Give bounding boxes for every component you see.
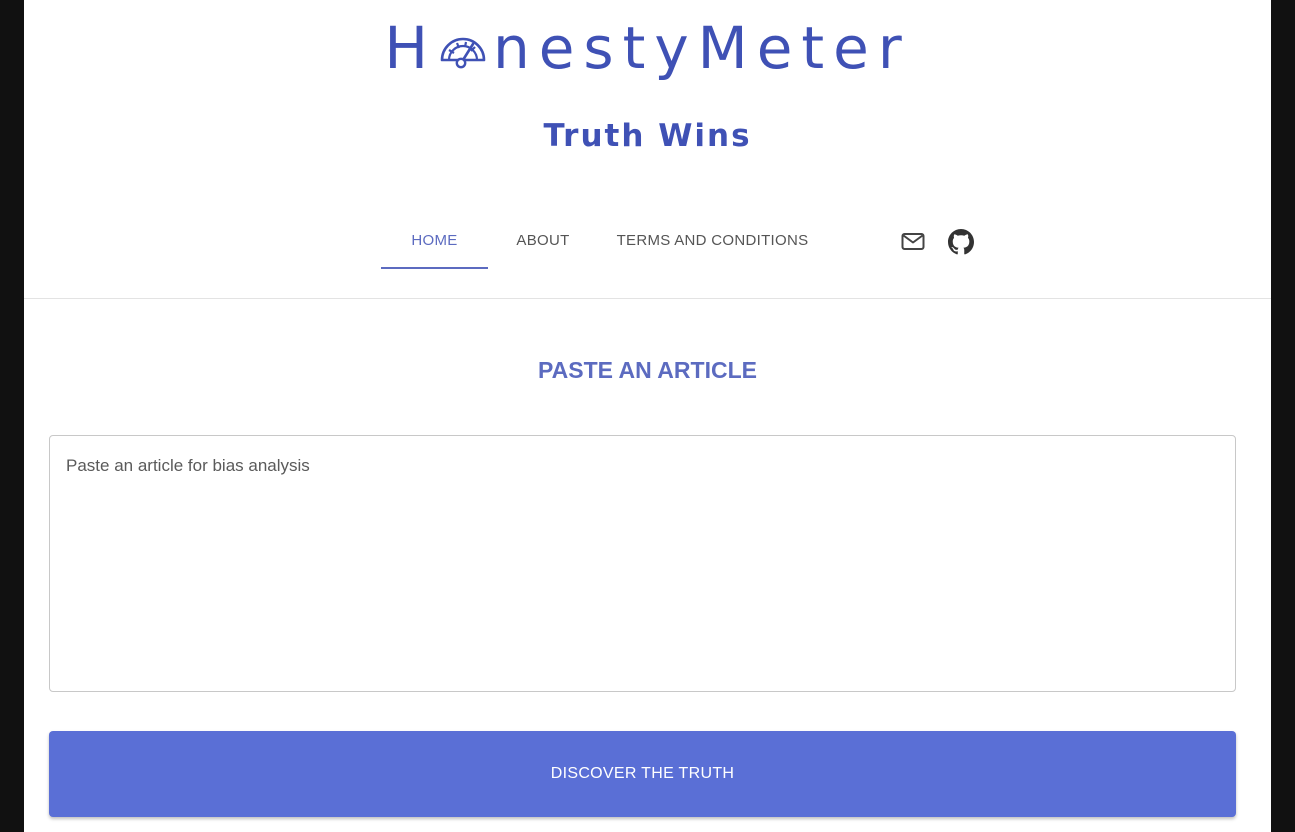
active-tab-indicator <box>381 267 488 269</box>
tagline: Truth Wins <box>543 118 752 154</box>
logo-text-prefix: H <box>384 14 437 82</box>
mail-icon[interactable] <box>899 228 927 256</box>
logo-text-suffix: nestyMeter <box>492 14 911 82</box>
tab-terms-and-conditions[interactable]: TERMS AND CONDITIONS <box>605 214 820 268</box>
tab-about[interactable]: ABOUT <box>503 214 583 268</box>
page: H nestyMeter Truth Wins HOME ABOUT TERMS… <box>24 0 1271 832</box>
gauge-icon <box>439 10 487 69</box>
site-logo[interactable]: H nestyMeter <box>24 8 1271 88</box>
github-icon[interactable] <box>947 228 975 256</box>
discover-truth-button[interactable]: DISCOVER THE TRUTH <box>49 731 1236 817</box>
tab-home[interactable]: HOME <box>381 214 488 268</box>
section-title: PASTE AN ARTICLE <box>538 357 757 383</box>
article-input[interactable] <box>49 435 1236 692</box>
header-divider <box>24 298 1271 299</box>
